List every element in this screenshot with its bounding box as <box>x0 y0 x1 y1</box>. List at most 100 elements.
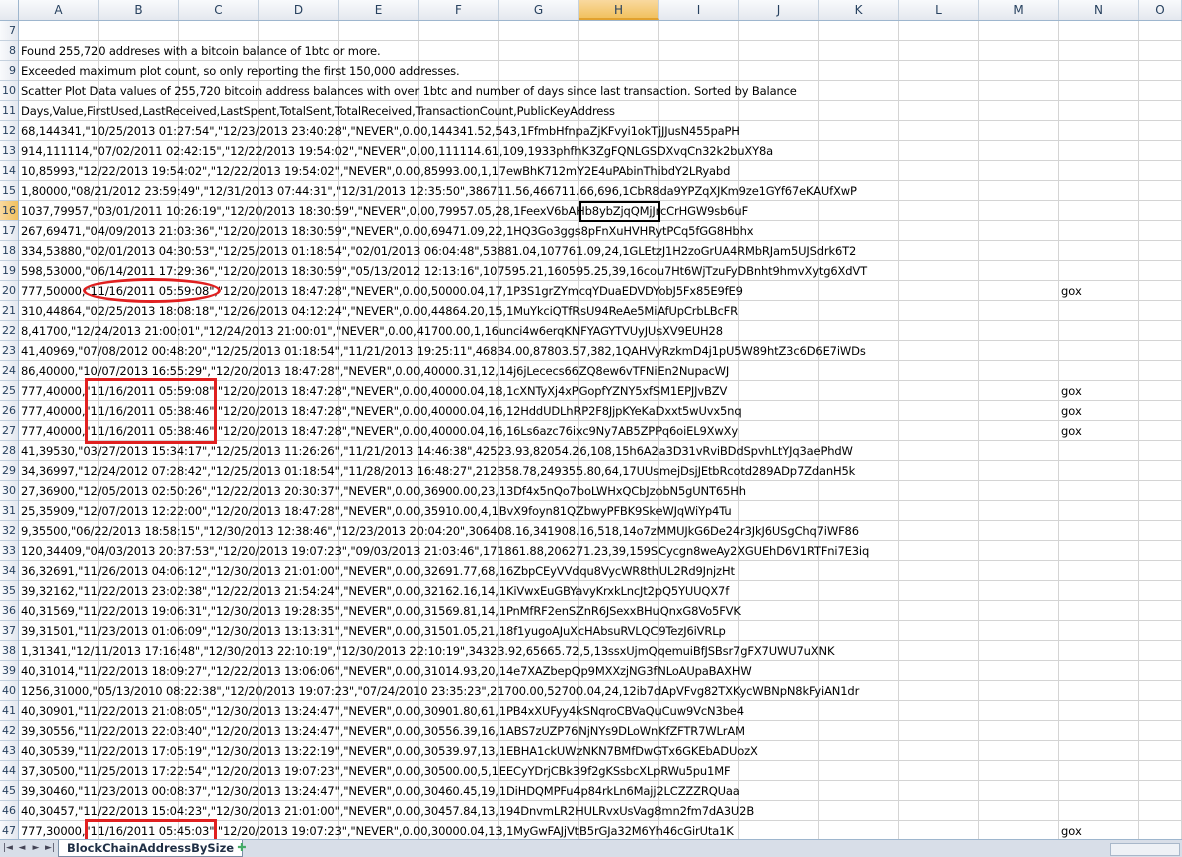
row-header-24[interactable]: 24 <box>0 361 18 381</box>
cell-n20[interactable]: gox <box>1061 281 1082 301</box>
column-header-c[interactable]: C <box>179 0 259 20</box>
row-header-22[interactable]: 22 <box>0 321 18 341</box>
row-header-26[interactable]: 26 <box>0 401 18 421</box>
row-header-45[interactable]: 45 <box>0 781 18 801</box>
row-header-7[interactable]: 7 <box>0 21 18 41</box>
column-header-m[interactable]: M <box>979 0 1059 20</box>
cell-a8[interactable]: Found 255,720 addreses with a bitcoin ba… <box>21 41 381 61</box>
cell-a34[interactable]: 36,32691,"11/26/2013 04:06:12","12/30/20… <box>21 561 735 581</box>
row-header-30[interactable]: 30 <box>0 481 18 501</box>
sheet-insert-icon[interactable]: ✚ <box>232 841 252 855</box>
row-header-42[interactable]: 42 <box>0 721 18 741</box>
sheet-tab[interactable]: BlockChainAddressBySize <box>58 840 244 857</box>
cell-a15[interactable]: 1,80000,"08/21/2012 23:59:49","12/31/201… <box>21 181 857 201</box>
cell-a11[interactable]: Days,Value,FirstUsed,LastReceived,LastSp… <box>21 101 615 121</box>
active-cell-h16[interactable] <box>579 201 660 222</box>
prev-sheet-icon[interactable]: ◄ <box>16 842 28 854</box>
column-header-h[interactable]: H <box>579 0 659 20</box>
cell-a9[interactable]: Exceeded maximum plot count, so only rep… <box>21 61 460 81</box>
cell-a41[interactable]: 40,30901,"11/22/2013 21:08:05","12/30/20… <box>21 701 744 721</box>
row-header-8[interactable]: 8 <box>0 41 18 61</box>
row-header-40[interactable]: 40 <box>0 681 18 701</box>
cell-a32[interactable]: 9,35500,"06/22/2013 18:58:15","12/30/201… <box>21 521 859 541</box>
cell-n26[interactable]: gox <box>1061 401 1082 421</box>
cell-n25[interactable]: gox <box>1061 381 1082 401</box>
row-header-46[interactable]: 46 <box>0 801 18 821</box>
row-header-29[interactable]: 29 <box>0 461 18 481</box>
cell-a40[interactable]: 1256,31000,"05/13/2010 08:22:38","12/20/… <box>21 681 859 701</box>
cell-a31[interactable]: 25,35909,"12/07/2013 12:22:00","12/20/20… <box>21 501 732 521</box>
column-header-j[interactable]: J <box>739 0 819 20</box>
cell-a28[interactable]: 41,39530,"03/27/2013 15:34:17","12/25/20… <box>21 441 853 461</box>
first-sheet-icon[interactable]: |◄ <box>2 842 14 854</box>
cell-a21[interactable]: 310,44864,"02/25/2013 18:08:18","12/26/2… <box>21 301 738 321</box>
column-header-l[interactable]: L <box>899 0 979 20</box>
next-sheet-icon[interactable]: ► <box>30 842 42 854</box>
row-header-12[interactable]: 12 <box>0 121 18 141</box>
column-header-k[interactable]: K <box>819 0 899 20</box>
column-header-e[interactable]: E <box>339 0 419 20</box>
cell-a36[interactable]: 40,31569,"11/22/2013 19:06:31","12/30/20… <box>21 601 741 621</box>
row-header-20[interactable]: 20 <box>0 281 18 301</box>
column-header-n[interactable]: N <box>1059 0 1139 20</box>
row-header-25[interactable]: 25 <box>0 381 18 401</box>
row-header-16[interactable]: 16 <box>0 201 18 221</box>
cell-a23[interactable]: 41,40969,"07/08/2012 00:48:20","12/25/20… <box>21 341 866 361</box>
last-sheet-icon[interactable]: ►| <box>44 842 56 854</box>
row-header-17[interactable]: 17 <box>0 221 18 241</box>
row-header-36[interactable]: 36 <box>0 601 18 621</box>
cell-a17[interactable]: 267,69471,"04/09/2013 21:03:36","12/20/2… <box>21 221 754 241</box>
cell-a42[interactable]: 39,30556,"11/22/2013 22:03:40","12/20/20… <box>21 721 745 741</box>
row-header-43[interactable]: 43 <box>0 741 18 761</box>
column-header-f[interactable]: F <box>419 0 499 20</box>
row-header-34[interactable]: 34 <box>0 561 18 581</box>
cell-a33[interactable]: 120,34409,"04/03/2013 20:37:53","12/20/2… <box>21 541 869 561</box>
cell-a30[interactable]: 27,36900,"12/05/2013 02:50:26","12/22/20… <box>21 481 746 501</box>
cell-a44[interactable]: 37,30500,"11/25/2013 17:22:54","12/20/20… <box>21 761 731 781</box>
row-header-10[interactable]: 10 <box>0 81 18 101</box>
cell-a18[interactable]: 334,53880,"02/01/2013 04:30:53","12/25/2… <box>21 241 856 261</box>
row-header-33[interactable]: 33 <box>0 541 18 561</box>
column-header-a[interactable]: A <box>19 0 99 20</box>
row-header-21[interactable]: 21 <box>0 301 18 321</box>
cell-a43[interactable]: 40,30539,"11/22/2013 17:05:19","12/30/20… <box>21 741 758 761</box>
row-header-38[interactable]: 38 <box>0 641 18 661</box>
row-header-32[interactable]: 32 <box>0 521 18 541</box>
row-header-27[interactable]: 27 <box>0 421 18 441</box>
cell-n47[interactable]: gox <box>1061 821 1082 839</box>
row-header-23[interactable]: 23 <box>0 341 18 361</box>
cell-a37[interactable]: 39,31501,"11/23/2013 01:06:09","12/30/20… <box>21 621 726 641</box>
cell-a46[interactable]: 40,30457,"11/22/2013 15:04:23","12/30/20… <box>21 801 754 821</box>
column-header-i[interactable]: I <box>659 0 739 20</box>
cell-a14[interactable]: 10,85993,"12/22/2013 19:54:02","12/22/20… <box>21 161 730 181</box>
cell-n27[interactable]: gox <box>1061 421 1082 441</box>
row-header-28[interactable]: 28 <box>0 441 18 461</box>
cell-a29[interactable]: 34,36997,"12/24/2012 07:28:42","12/25/20… <box>21 461 855 481</box>
column-header-b[interactable]: B <box>99 0 179 20</box>
row-header-39[interactable]: 39 <box>0 661 18 681</box>
cell-grid[interactable]: Found 255,720 addreses with a bitcoin ba… <box>19 21 1182 839</box>
row-header-41[interactable]: 41 <box>0 701 18 721</box>
column-header-d[interactable]: D <box>259 0 339 20</box>
cell-a12[interactable]: 68,144341,"10/25/2013 01:27:54","12/23/2… <box>21 121 740 141</box>
row-header-37[interactable]: 37 <box>0 621 18 641</box>
cell-a22[interactable]: 8,41700,"12/24/2013 21:00:01","12/24/201… <box>21 321 723 341</box>
row-header-44[interactable]: 44 <box>0 761 18 781</box>
column-header-o[interactable]: O <box>1139 0 1182 20</box>
cell-a38[interactable]: 1,31341,"12/11/2013 17:16:48","12/30/201… <box>21 641 835 661</box>
row-header-14[interactable]: 14 <box>0 161 18 181</box>
cell-a10[interactable]: Scatter Plot Data values of 255,720 bitc… <box>21 81 797 101</box>
row-header-47[interactable]: 47 <box>0 821 18 841</box>
row-header-13[interactable]: 13 <box>0 141 18 161</box>
select-all-corner[interactable] <box>0 0 19 20</box>
row-header-11[interactable]: 11 <box>0 101 18 121</box>
row-header-18[interactable]: 18 <box>0 241 18 261</box>
cell-a39[interactable]: 40,31014,"11/22/2013 18:09:27","12/22/20… <box>21 661 752 681</box>
row-header-35[interactable]: 35 <box>0 581 18 601</box>
cell-a13[interactable]: 914,111114,"07/02/2011 02:42:15","12/22/… <box>21 141 773 161</box>
horizontal-scrollbar[interactable] <box>1110 843 1180 856</box>
column-header-g[interactable]: G <box>499 0 579 20</box>
cell-a35[interactable]: 39,32162,"11/22/2013 23:02:38","12/22/20… <box>21 581 729 601</box>
row-header-15[interactable]: 15 <box>0 181 18 201</box>
row-header-31[interactable]: 31 <box>0 501 18 521</box>
